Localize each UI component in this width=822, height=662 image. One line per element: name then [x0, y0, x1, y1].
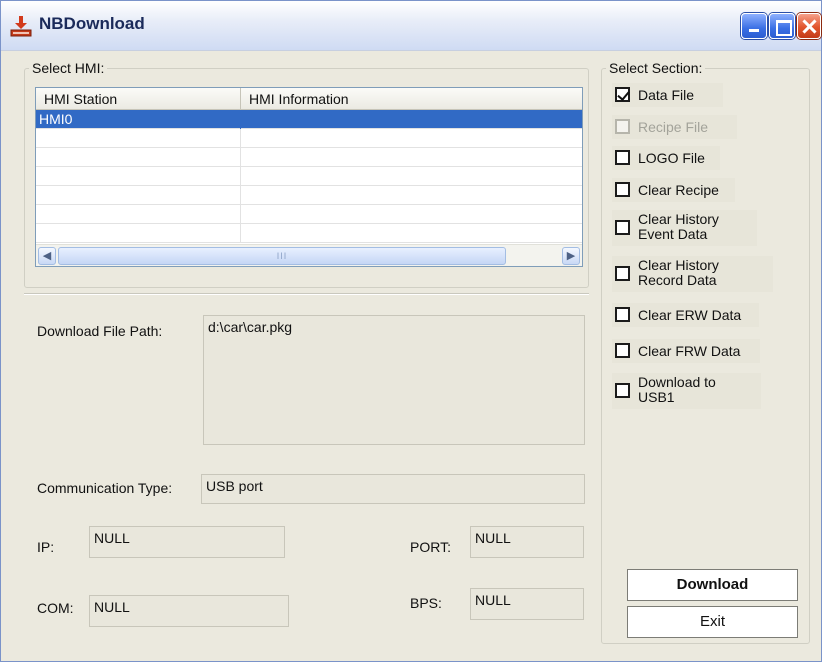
hmi-station-cell	[36, 186, 241, 205]
hmi-station-cell	[36, 224, 241, 243]
table-row[interactable]: HMI0	[36, 110, 582, 129]
main-window: NBDownload Select HMI: HMI Station HMI I…	[0, 0, 822, 662]
port-label: PORT:	[410, 539, 451, 555]
checkbox-icon[interactable]	[615, 150, 630, 165]
title-bar[interactable]: NBDownload	[1, 1, 821, 51]
table-row[interactable]	[36, 148, 582, 167]
select-section-legend: Select Section:	[609, 60, 703, 76]
minimize-icon[interactable]	[741, 13, 767, 39]
checkbox-clear-history-record[interactable]: Clear History Record Data	[612, 256, 773, 292]
checkbox-label: Clear History	[638, 257, 719, 273]
checkbox-label: Data File	[638, 87, 695, 103]
checkbox-recipe-file: Recipe File	[612, 115, 737, 139]
hmi-info-cell	[241, 129, 582, 148]
bps-label: BPS:	[410, 595, 442, 611]
hmi-station-cell	[36, 148, 241, 167]
hmi-list-header: HMI Station HMI Information	[36, 88, 582, 110]
ip-label: IP:	[37, 539, 55, 555]
checkbox-label-line2: Event Data	[638, 226, 708, 242]
checkbox-download-usb1[interactable]: Download to USB1	[612, 373, 761, 409]
com-field[interactable]: NULL	[89, 595, 289, 627]
checkbox-label: Clear History	[638, 211, 719, 227]
checkbox-clear-erw-data[interactable]: Clear ERW Data	[612, 303, 759, 327]
checkbox-icon[interactable]	[615, 343, 630, 358]
com-label: COM:	[37, 600, 74, 616]
checkbox-disabled-icon	[615, 119, 630, 134]
table-row[interactable]	[36, 224, 582, 243]
checkbox-icon[interactable]	[615, 266, 630, 281]
scrollbar-thumb[interactable]: III	[58, 247, 506, 265]
comm-type-label: Communication Type:	[37, 480, 173, 496]
bps-field[interactable]: NULL	[470, 588, 584, 620]
col-hmi-information[interactable]: HMI Information	[241, 88, 582, 110]
checkbox-data-file[interactable]: Data File	[612, 83, 723, 107]
checkbox-icon[interactable]	[615, 307, 630, 322]
divider	[24, 293, 589, 295]
hmi-info-cell	[241, 148, 582, 167]
col-hmi-station[interactable]: HMI Station	[36, 88, 241, 110]
hmi-info-cell	[241, 186, 582, 205]
scroll-right-icon[interactable]: ▶	[562, 247, 580, 265]
checkbox-label: Recipe File	[638, 119, 709, 135]
checkbox-label: Clear ERW Data	[638, 307, 742, 323]
checkbox-icon[interactable]	[615, 182, 630, 197]
hmi-info-cell	[241, 224, 582, 243]
checkbox-clear-recipe[interactable]: Clear Recipe	[612, 178, 735, 202]
download-app-icon	[10, 16, 32, 37]
ip-field[interactable]: NULL	[89, 526, 285, 558]
hmi-info-cell	[241, 110, 582, 129]
checkbox-checked-icon[interactable]	[615, 87, 630, 102]
table-row[interactable]	[36, 167, 582, 186]
checkbox-label-line2: Record Data	[638, 272, 717, 288]
close-icon[interactable]	[797, 13, 821, 39]
checkbox-icon[interactable]	[615, 383, 630, 398]
hmi-info-cell	[241, 167, 582, 186]
hmi-station-cell	[36, 167, 241, 186]
port-field[interactable]: NULL	[470, 526, 584, 558]
hmi-station-cell: HMI0	[36, 110, 241, 129]
checkbox-logo-file[interactable]: LOGO File	[612, 146, 720, 170]
table-row[interactable]	[36, 186, 582, 205]
checkbox-clear-frw-data[interactable]: Clear FRW Data	[612, 339, 760, 363]
checkbox-icon[interactable]	[615, 220, 630, 235]
scroll-left-icon[interactable]: ◀	[38, 247, 56, 265]
download-path-label: Download File Path:	[37, 323, 163, 339]
horizontal-scrollbar[interactable]: ◀ III ▶	[36, 244, 582, 266]
checkbox-label: Clear FRW Data	[638, 343, 741, 359]
table-row[interactable]	[36, 129, 582, 148]
hmi-station-cell	[36, 129, 241, 148]
checkbox-label: LOGO File	[638, 150, 705, 166]
checkbox-label-line2: USB1	[638, 389, 675, 405]
hmi-station-cell	[36, 205, 241, 224]
window-title: NBDownload	[39, 14, 145, 33]
checkbox-clear-history-event[interactable]: Clear History Event Data	[612, 210, 757, 246]
comm-type-field[interactable]: USB port	[201, 474, 585, 504]
checkbox-label: Download to	[638, 374, 716, 390]
maximize-icon[interactable]	[769, 13, 795, 39]
hmi-list[interactable]: HMI Station HMI Information HMI0 ◀ III ▶	[35, 87, 583, 267]
download-path-field[interactable]: d:\car\car.pkg	[203, 315, 585, 445]
checkbox-label: Clear Recipe	[638, 182, 719, 198]
hmi-info-cell	[241, 205, 582, 224]
select-hmi-legend: Select HMI:	[32, 60, 105, 76]
exit-button[interactable]: Exit	[627, 606, 798, 638]
download-button[interactable]: Download	[627, 569, 798, 601]
table-row[interactable]	[36, 205, 582, 224]
